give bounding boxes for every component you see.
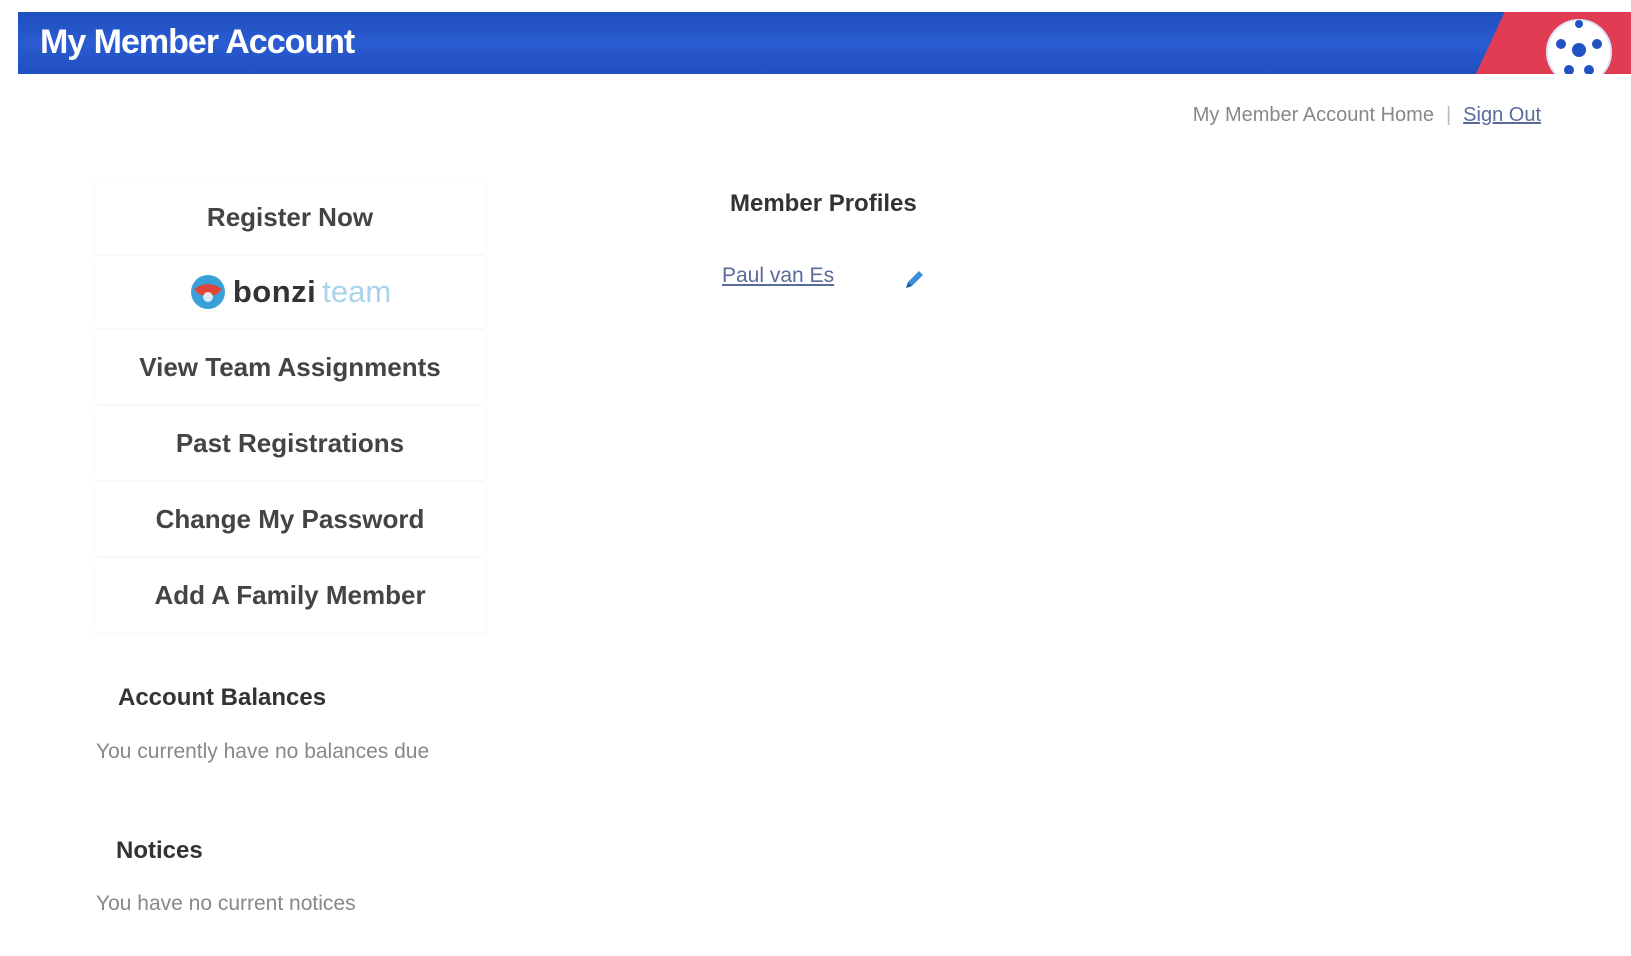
register-now-label: Register Now: [206, 201, 374, 232]
bonzi-logo-text: bonzi: [232, 274, 317, 309]
account-balances-title: Account Balances: [118, 684, 327, 711]
account-home-link[interactable]: My Member Account Home: [1193, 104, 1434, 127]
nav-separator: |: [1445, 104, 1452, 126]
page-title: My Member Account: [40, 23, 355, 61]
bonzi-logo: bonzi team: [189, 273, 391, 311]
member-profile-link[interactable]: Paul van Es: [722, 264, 834, 288]
notices-title: Notices: [116, 837, 203, 864]
add-family-member-label: Add A Family Member: [154, 579, 426, 610]
view-team-assignments-button[interactable]: View Team Assignments: [95, 330, 485, 404]
view-team-assignments-label: View Team Assignments: [139, 351, 441, 382]
soccer-ball-icon: [1546, 19, 1612, 74]
bonzi-team-link[interactable]: bonzi team: [95, 256, 485, 328]
pencil-icon[interactable]: [902, 268, 926, 292]
bonzi-logo-icon: [190, 275, 225, 309]
header-banner: My Member Account: [18, 12, 1631, 74]
sign-out-link[interactable]: Sign Out: [1463, 104, 1541, 127]
notices-text: You have no current notices: [96, 892, 356, 915]
add-family-member-button[interactable]: Add A Family Member: [95, 558, 485, 632]
bonzi-logo-suffix: team: [322, 274, 392, 309]
member-profiles-title: Member Profiles: [730, 190, 917, 217]
account-balances-text: You currently have no balances due: [96, 740, 430, 763]
side-menu: Register Now bonzi team View Team Assignm…: [95, 180, 485, 634]
register-now-button[interactable]: Register Now: [95, 180, 485, 254]
change-password-button[interactable]: Change My Password: [95, 482, 485, 556]
top-nav: My Member Account Home | Sign Out: [1193, 104, 1541, 127]
page: My Member Account My Member Account Home…: [0, 0, 1631, 956]
past-registrations-button[interactable]: Past Registrations: [95, 406, 485, 480]
change-password-label: Change My Password: [155, 503, 425, 534]
past-registrations-label: Past Registrations: [175, 427, 405, 458]
